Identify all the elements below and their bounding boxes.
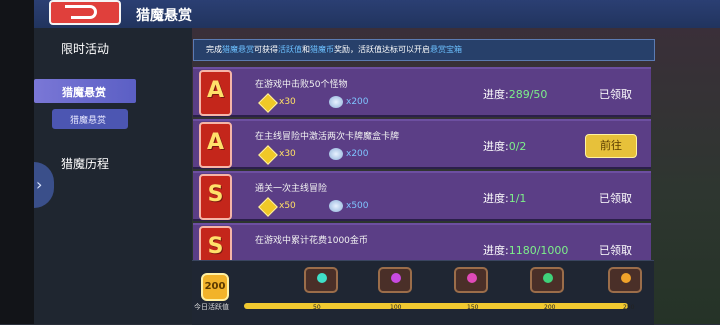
activity-progress-fill xyxy=(244,303,628,309)
grade-badge: A xyxy=(199,70,232,116)
quest-title: 在游戏中击败50个怪物 xyxy=(255,80,348,90)
sidebar-item-demon-history[interactable]: 猎魔历程 xyxy=(61,155,109,172)
grade-letter: A xyxy=(206,78,225,103)
activity-progress-track xyxy=(244,303,628,309)
quest-title: 在主线冒险中激活两次卡牌魔盒卡牌 xyxy=(255,132,400,142)
chest-gem-icon xyxy=(391,273,401,283)
notice-highlight: 活跃值 xyxy=(278,45,302,54)
notice-text: 和 xyxy=(302,45,310,54)
quest-row: S 通关一次主线冒险 x50 x500 进度:1/1 已领取 xyxy=(193,171,651,221)
quest-progress: 进度:1/1 xyxy=(483,190,526,206)
progress-value: 0/2 xyxy=(508,140,527,153)
progress-value: 1/1 xyxy=(508,192,527,205)
activity-reward-amount: x30 xyxy=(279,149,296,159)
coin-reward-amount: x500 xyxy=(346,201,369,211)
reward-chest[interactable] xyxy=(530,267,564,293)
notice-text: 完成 xyxy=(206,45,222,54)
screen-left-edge xyxy=(0,0,34,324)
quest-row: A 在主线冒险中激活两次卡牌魔盒卡牌 x30 x200 进度:0/2 前往 xyxy=(193,119,651,169)
activity-cube-icon xyxy=(258,145,278,165)
sidebar-subitem-label: 猎魔悬赏 xyxy=(70,116,107,126)
grade-letter: A xyxy=(206,130,225,155)
sidebar-item-label: 猎魔悬赏 xyxy=(62,86,106,99)
progress-label: 进度: xyxy=(483,140,509,153)
sidebar xyxy=(34,28,192,324)
progress-value: 289/50 xyxy=(508,88,548,101)
grade-letter: S xyxy=(207,234,224,259)
claimed-status: 已领取 xyxy=(599,88,632,101)
activity-value: 200 xyxy=(204,281,226,292)
sidebar-item-demon-bounty[interactable]: 猎魔悬赏 xyxy=(34,79,136,103)
milestone-label: 100 xyxy=(390,304,402,311)
notice-highlight: 猎魔悬赏 xyxy=(222,45,254,54)
sidebar-item-limited-event[interactable]: 限时活动 xyxy=(61,40,109,57)
notice-highlight: 悬赏宝箱 xyxy=(430,45,462,54)
milestone-label: 50 xyxy=(313,304,321,311)
coin-reward-amount: x200 xyxy=(346,97,369,107)
goto-button[interactable]: 前往 xyxy=(585,134,637,158)
activity-value-badge: 200 xyxy=(201,273,229,301)
back-arrow-icon xyxy=(65,5,97,19)
quest-progress: 进度:289/50 xyxy=(483,86,547,102)
activity-reward-amount: x30 xyxy=(279,97,296,107)
activity-cube-icon xyxy=(258,93,278,113)
reward-chest[interactable] xyxy=(378,267,412,293)
progress-label: 进度: xyxy=(483,192,509,205)
demon-coin-icon xyxy=(329,96,343,108)
info-notice: 完成猎魔悬赏可获得活跃值和猎魔币奖励，活跃值达标可以开启悬赏宝箱 xyxy=(193,39,655,61)
activity-label: 今日活跃值 xyxy=(194,303,229,311)
reward-chest[interactable] xyxy=(454,267,488,293)
demon-coin-icon xyxy=(329,148,343,160)
progress-label: 进度: xyxy=(483,244,509,257)
quest-progress: 进度:1180/1000 xyxy=(483,242,568,258)
chest-gem-icon xyxy=(543,273,553,283)
back-button[interactable] xyxy=(49,0,121,25)
quest-title: 通关一次主线冒险 xyxy=(255,184,328,194)
claimed-status: 已领取 xyxy=(599,244,632,257)
milestone-label: 250 xyxy=(623,304,635,311)
quest-progress: 进度:0/2 xyxy=(483,138,526,154)
demon-coin-icon xyxy=(329,200,343,212)
coin-reward-amount: x200 xyxy=(346,149,369,159)
claimed-status: 已领取 xyxy=(599,192,632,205)
reward-chest[interactable] xyxy=(608,267,642,293)
grade-letter: S xyxy=(207,182,224,207)
progress-value: 1180/1000 xyxy=(508,244,569,257)
chest-gem-icon xyxy=(621,273,631,283)
notice-text: 奖励，活跃值达标可以开启 xyxy=(334,45,430,54)
chevron-right-icon: › xyxy=(36,175,43,194)
reward-chest[interactable] xyxy=(304,267,338,293)
progress-label: 进度: xyxy=(483,88,509,101)
chest-gem-icon xyxy=(467,273,477,283)
grade-badge: S xyxy=(199,174,232,220)
chest-gem-icon xyxy=(317,273,327,283)
page-title: 猎魔悬赏 xyxy=(136,8,192,24)
quest-title: 在游戏中累计花费1000金币 xyxy=(255,236,368,246)
notice-text: 可获得 xyxy=(254,45,278,54)
notice-highlight: 猎魔币 xyxy=(310,45,334,54)
activity-bar: 200 今日活跃值 50 100 150 200 250 xyxy=(192,260,654,325)
quest-row: A 在游戏中击败50个怪物 x30 x200 进度:289/50 已领取 xyxy=(193,67,651,117)
grade-badge: A xyxy=(199,122,232,168)
activity-cube-icon xyxy=(258,197,278,217)
milestone-label: 150 xyxy=(467,304,479,311)
sidebar-subitem-demon-bounty[interactable]: 猎魔悬赏 xyxy=(52,109,128,129)
milestone-label: 200 xyxy=(544,304,556,311)
activity-reward-amount: x50 xyxy=(279,201,296,211)
